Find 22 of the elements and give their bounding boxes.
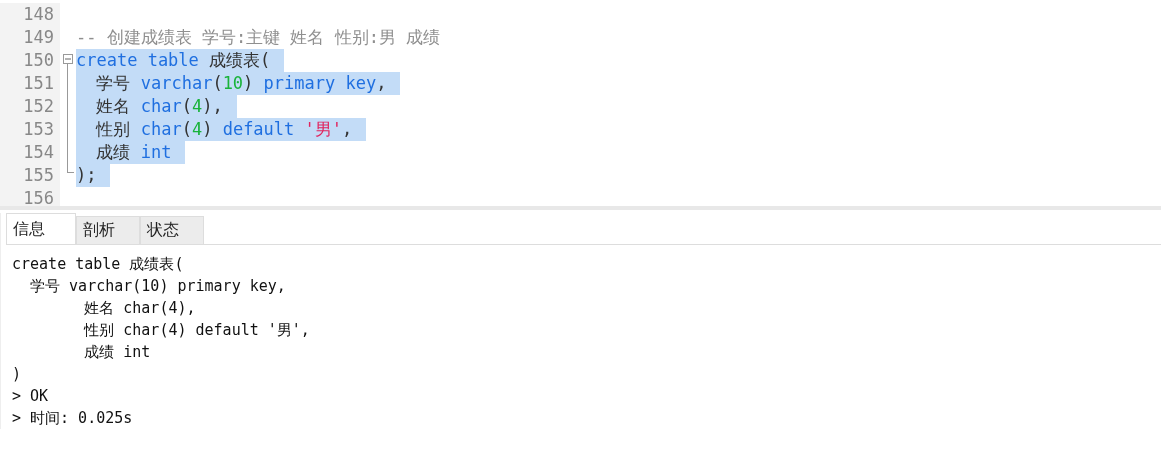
- message-line: > OK: [12, 387, 49, 405]
- message-line: 性别 char(4) default '男',: [82, 321, 310, 339]
- message-line: 姓名 char(4),: [83, 299, 196, 317]
- code-line: -- 创建成绩表 学号:主键 姓名 性别:男 成绩: [76, 26, 441, 49]
- line-number: 152: [22, 95, 55, 118]
- line-number: 151: [22, 72, 55, 95]
- line-number: 148: [22, 3, 55, 26]
- line-number: 149: [22, 26, 55, 49]
- line-number: 150: [22, 49, 55, 72]
- message-line: 成绩 int: [83, 343, 151, 361]
- line-number: 154: [22, 141, 55, 164]
- line-number: 153: [22, 118, 55, 141]
- message-line: 学号 varchar(10) primary key,: [29, 277, 286, 295]
- message-line: > 时间: 0.025s: [12, 409, 133, 427]
- result-tab[interactable]: 状态: [140, 216, 204, 244]
- fold-toggle-icon[interactable]: [63, 54, 73, 65]
- message-line: ): [12, 365, 22, 383]
- message-line: create table 成绩表(: [12, 255, 184, 273]
- line-number: 155: [22, 164, 55, 187]
- result-tab[interactable]: 剖析: [76, 216, 140, 244]
- result-tab[interactable]: 信息: [6, 213, 76, 244]
- line-number: 156: [22, 187, 55, 210]
